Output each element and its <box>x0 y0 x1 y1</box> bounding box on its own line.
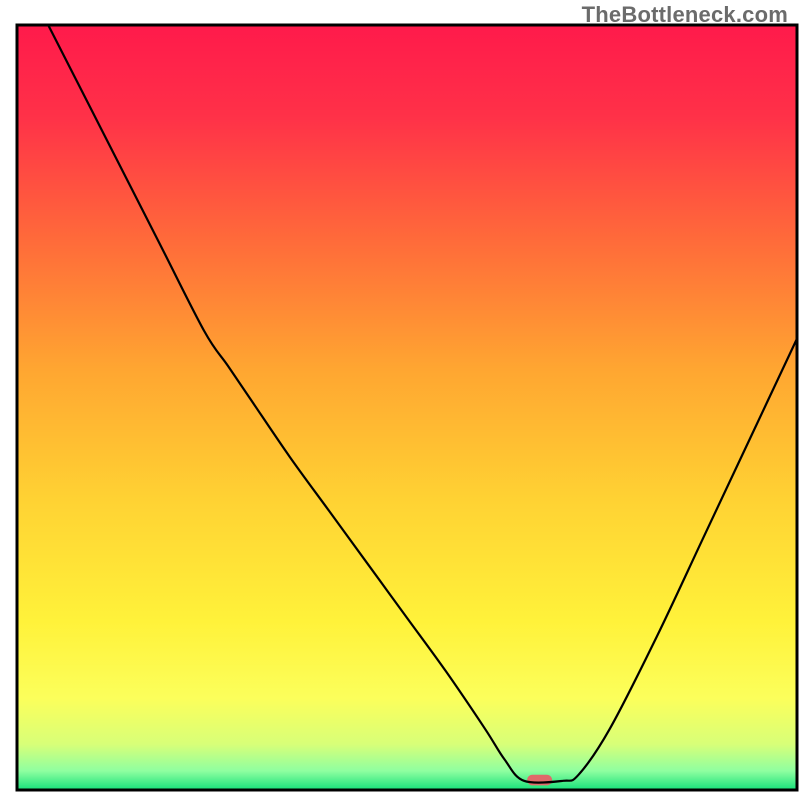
optimal-marker <box>527 775 552 786</box>
bottleneck-chart: TheBottleneck.com <box>0 0 800 800</box>
gradient-background <box>17 25 797 790</box>
watermark-text: TheBottleneck.com <box>582 2 788 28</box>
chart-canvas <box>0 0 800 800</box>
plot-area <box>17 25 797 790</box>
